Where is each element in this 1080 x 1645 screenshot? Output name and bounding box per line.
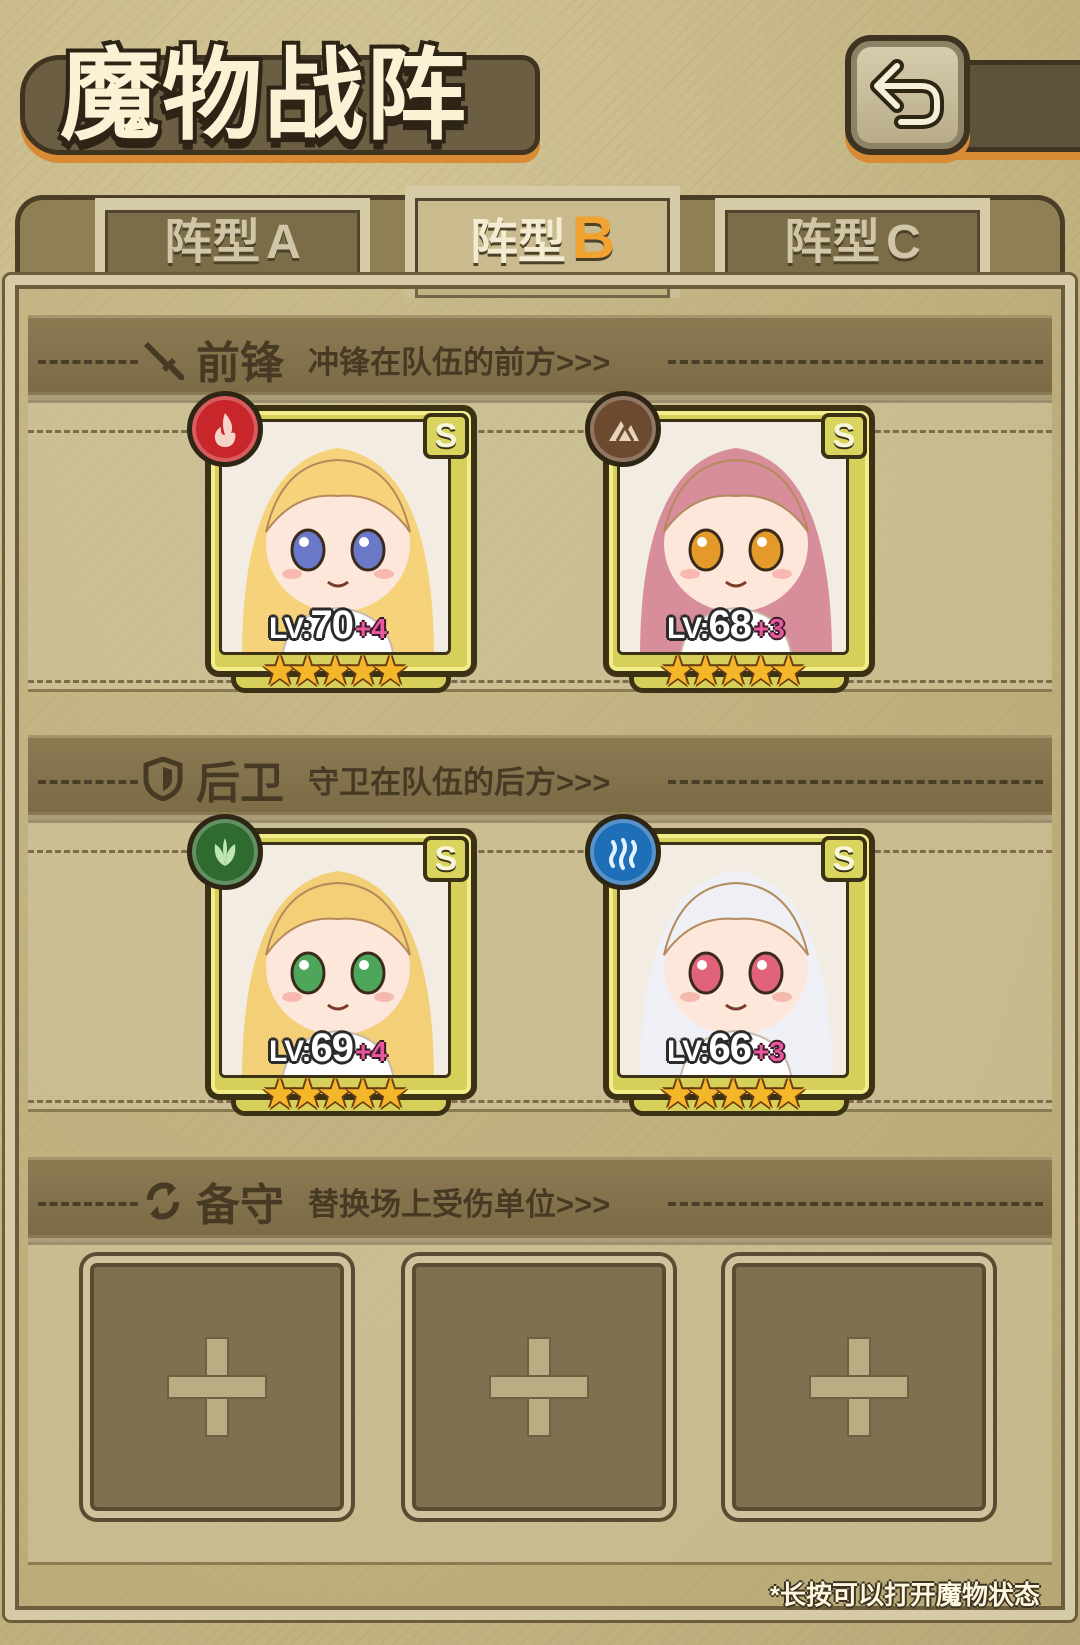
- rarity-badge: S: [423, 836, 469, 882]
- section-subtitle: 冲锋在队伍的前方>>>: [308, 344, 611, 380]
- level-label: LV:66+3: [667, 1026, 785, 1071]
- level-bonus: +4: [354, 1036, 387, 1067]
- monster-card[interactable]: S LV:70+4 ★ ★ ★ ★ ★: [187, 391, 477, 693]
- level-bonus: +3: [752, 1036, 785, 1067]
- front-section-header: 前锋 冲锋在队伍的前方>>>: [140, 315, 610, 403]
- section-title: 备守: [196, 1180, 284, 1231]
- add-icon: [491, 1339, 587, 1435]
- star-rating: ★ ★ ★ ★ ★: [261, 1073, 409, 1115]
- monster-card[interactable]: S LV:69+4 ★ ★ ★ ★ ★: [187, 814, 477, 1116]
- level-value: 66: [708, 1026, 751, 1070]
- section-subtitle: 守卫在队伍的后方>>>: [308, 764, 611, 800]
- level-prefix: LV:: [269, 612, 311, 645]
- level-label: LV:69+4: [269, 1026, 387, 1071]
- star-icon: ★: [769, 646, 808, 695]
- level-value: 70: [310, 603, 353, 647]
- sword-icon: [140, 336, 186, 382]
- level-bonus: +4: [354, 613, 387, 644]
- tab-label: 阵型 C: [784, 216, 921, 269]
- star-icon: ★: [371, 646, 410, 695]
- page-title: 魔物战阵: [60, 36, 468, 154]
- star-icon: ★: [769, 1069, 808, 1118]
- level-value: 68: [708, 603, 751, 647]
- return-arrow-icon: [869, 59, 944, 129]
- level-label: LV:68+3: [667, 603, 785, 648]
- tab-label: 阵型 B: [469, 204, 616, 271]
- rarity-badge: S: [821, 836, 867, 882]
- shield-icon: [140, 756, 186, 802]
- add-icon: [169, 1339, 265, 1435]
- back-section-header: 后卫 守卫在队伍的后方>>>: [140, 735, 610, 823]
- earth-icon: [585, 391, 661, 467]
- water-icon: [585, 814, 661, 890]
- front-row: [28, 392, 1052, 692]
- rarity-badge: S: [821, 413, 867, 459]
- back-button[interactable]: [845, 35, 970, 155]
- star-rating: ★ ★ ★ ★ ★: [659, 650, 807, 692]
- tab-label: 阵型 A: [164, 216, 301, 269]
- add-icon: [811, 1339, 907, 1435]
- level-prefix: LV:: [667, 612, 709, 645]
- hint-text: *长按可以打开魔物状态: [769, 1580, 1040, 1610]
- tab-formation-a[interactable]: 阵型 A: [85, 180, 380, 290]
- reserve-section-header: 备守 替换场上受伤单位>>>: [140, 1157, 610, 1245]
- leaf-icon: [187, 814, 263, 890]
- star-rating: ★ ★ ★ ★ ★: [659, 1073, 807, 1115]
- level-prefix: LV:: [667, 1035, 709, 1068]
- level-bonus: +3: [752, 613, 785, 644]
- reserve-slot[interactable]: [83, 1256, 351, 1518]
- star-icon: ★: [371, 1069, 410, 1118]
- rarity-badge: S: [423, 413, 469, 459]
- fire-icon: [187, 391, 263, 467]
- tab-formation-c[interactable]: 阵型 C: [705, 180, 1000, 290]
- star-rating: ★ ★ ★ ★ ★: [261, 650, 409, 692]
- tab-formation-b[interactable]: 阵型 B: [395, 180, 690, 298]
- level-label: LV:70+4: [269, 603, 387, 648]
- reserve-slot[interactable]: [725, 1256, 993, 1518]
- section-title: 后卫: [196, 758, 284, 809]
- monster-card[interactable]: S LV:68+3 ★ ★ ★ ★ ★: [585, 391, 875, 693]
- section-subtitle: 替换场上受伤单位>>>: [308, 1186, 611, 1222]
- level-value: 69: [310, 1026, 353, 1070]
- back-row: [28, 812, 1052, 1112]
- level-prefix: LV:: [269, 1035, 311, 1068]
- swap-arrows-icon: [140, 1178, 186, 1224]
- monster-card[interactable]: S LV:66+3 ★ ★ ★ ★ ★: [585, 814, 875, 1116]
- reserve-slot[interactable]: [405, 1256, 673, 1518]
- section-title: 前锋: [196, 338, 284, 389]
